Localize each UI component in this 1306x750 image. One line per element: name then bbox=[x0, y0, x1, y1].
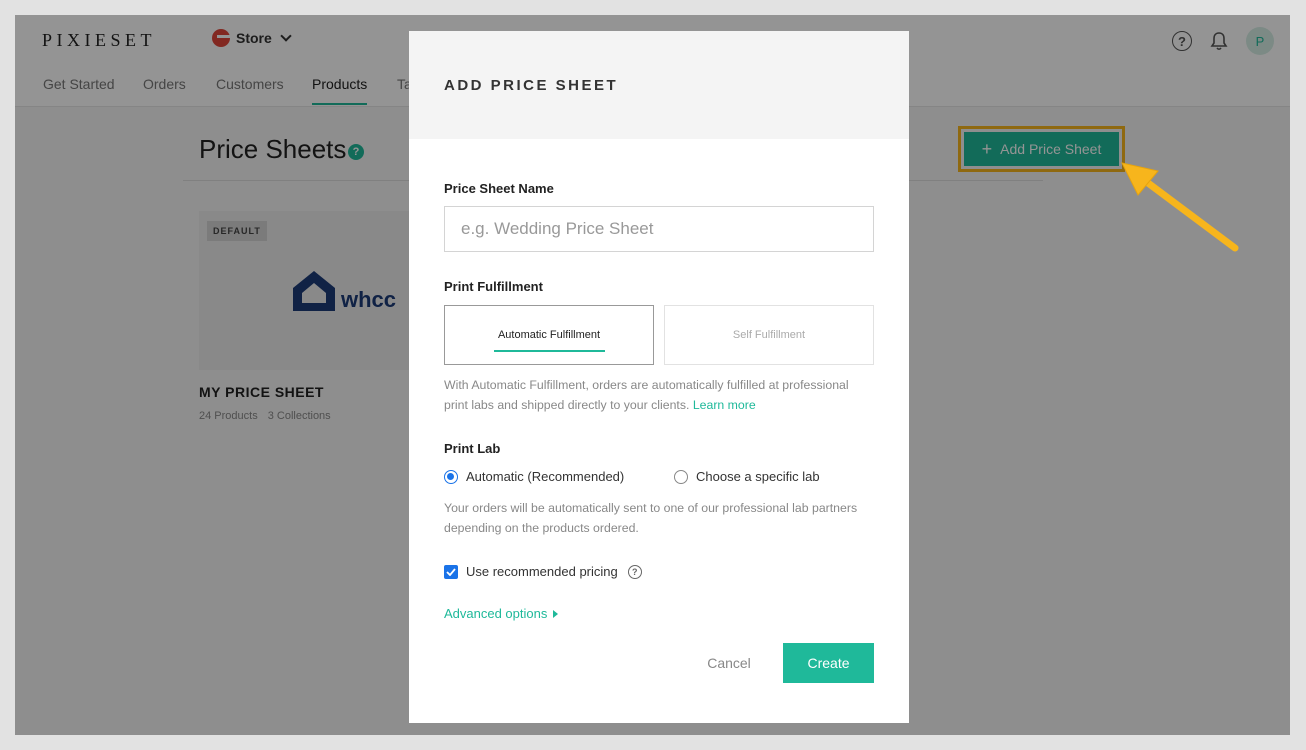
name-label: Price Sheet Name bbox=[444, 181, 554, 196]
fulfillment-description: With Automatic Fulfillment, orders are a… bbox=[444, 376, 874, 415]
price-sheet-name-input[interactable] bbox=[444, 206, 874, 252]
print-lab-description: Your orders will be automatically sent t… bbox=[444, 501, 858, 535]
tab-self-label: Self Fulfillment bbox=[732, 329, 806, 341]
radio-icon[interactable] bbox=[444, 469, 458, 484]
advanced-options-toggle[interactable]: Advanced options bbox=[444, 606, 559, 621]
fulfillment-description-text: With Automatic Fulfillment, orders are a… bbox=[444, 378, 849, 412]
tab-automatic-label: Automatic Fulfillment bbox=[497, 329, 601, 341]
modal-header: ADD PRICE SHEET bbox=[409, 31, 909, 139]
help-icon[interactable]: ? bbox=[627, 564, 642, 579]
radio-specific-lab[interactable]: Choose a specific lab bbox=[674, 469, 820, 484]
arrow-pointer-icon bbox=[1121, 162, 1239, 252]
fulfillment-label: Print Fulfillment bbox=[444, 279, 543, 294]
tab-self-fulfillment[interactable]: Self Fulfillment bbox=[664, 305, 874, 365]
triangle-right-icon bbox=[553, 609, 559, 618]
radio-automatic[interactable]: Automatic (Recommended) bbox=[444, 469, 624, 484]
tab-active-underline bbox=[494, 350, 605, 352]
add-price-sheet-modal: ADD PRICE SHEET Price Sheet Name Print F… bbox=[409, 31, 909, 723]
recommended-pricing-label: Use recommended pricing bbox=[466, 564, 618, 579]
radio-icon[interactable] bbox=[674, 469, 688, 484]
create-button[interactable]: Create bbox=[783, 643, 874, 683]
print-lab-label: Print Lab bbox=[444, 441, 501, 456]
tab-automatic-fulfillment[interactable]: Automatic Fulfillment bbox=[444, 305, 654, 365]
advanced-options-label: Advanced options bbox=[444, 606, 548, 621]
checkbox-icon[interactable] bbox=[444, 564, 458, 579]
recommended-pricing-checkbox[interactable]: Use recommended pricing ? bbox=[444, 564, 642, 579]
radio-specific-label: Choose a specific lab bbox=[696, 469, 820, 484]
learn-more-link[interactable]: Learn more bbox=[693, 398, 756, 412]
cancel-button[interactable]: Cancel bbox=[689, 643, 769, 683]
app-window: PIXIESET Store ? P Get Started Orders Cu… bbox=[15, 15, 1290, 735]
modal-title: ADD PRICE SHEET bbox=[444, 77, 619, 94]
radio-automatic-label: Automatic (Recommended) bbox=[466, 469, 625, 484]
